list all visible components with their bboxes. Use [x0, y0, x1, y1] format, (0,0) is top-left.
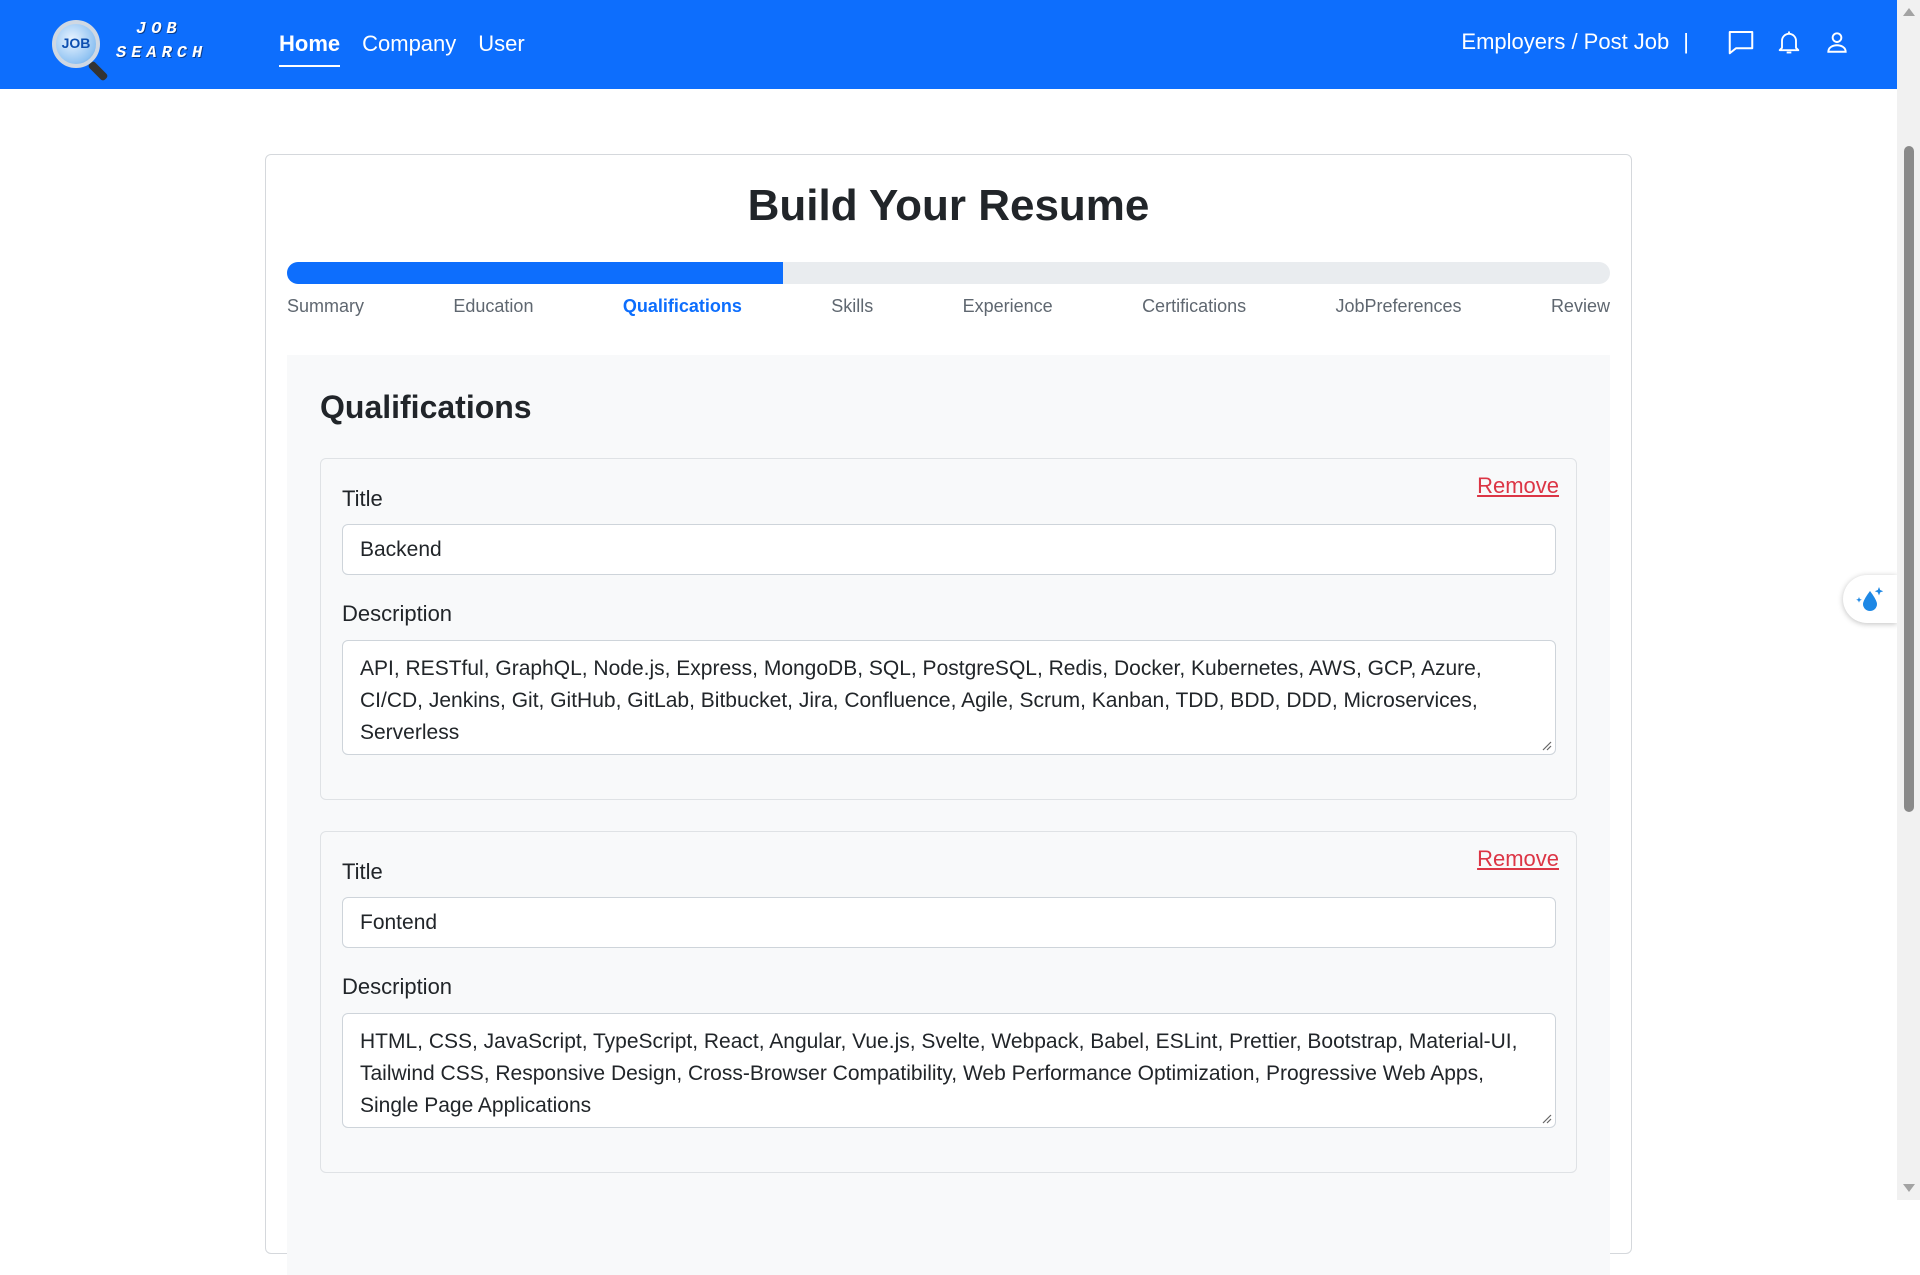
qualification-card: Remove Title Backend Description API, RE…: [320, 458, 1577, 800]
vertical-scrollbar[interactable]: [1897, 0, 1920, 1200]
description-text: HTML, CSS, JavaScript, TypeScript, React…: [360, 1030, 1518, 1117]
scroll-down-arrow-icon[interactable]: [1903, 1184, 1915, 1192]
step-tabs: Summary Education Qualifications Skills …: [287, 296, 1610, 317]
logo-word-search: SEARCH: [116, 44, 208, 63]
description-label: Description: [342, 601, 453, 626]
remove-qualification-button[interactable]: Remove: [1477, 473, 1559, 499]
resume-builder-card: Build Your Resume Summary Education Qual…: [265, 154, 1632, 1275]
employers-post-job-link[interactable]: Employers / Post Job: [1461, 29, 1669, 55]
section-title: Qualifications: [320, 389, 532, 425]
step-job-preferences[interactable]: JobPreferences: [1335, 296, 1461, 317]
step-skills[interactable]: Skills: [831, 296, 873, 317]
magnifier-icon: JOB: [52, 20, 100, 68]
sparkle-drop-icon: [1856, 587, 1884, 611]
scrollbar-thumb[interactable]: [1904, 146, 1914, 812]
page-title: Build Your Resume: [747, 181, 1150, 230]
remove-qualification-button[interactable]: Remove: [1477, 846, 1559, 872]
description-textarea[interactable]: API, RESTful, GraphQL, Node.js, Express,…: [342, 640, 1556, 755]
logo-lens-text: JOB: [61, 35, 91, 51]
qualifications-section: Qualifications Remove Title Backend Desc…: [287, 355, 1610, 1275]
description-textarea[interactable]: HTML, CSS, JavaScript, TypeScript, React…: [342, 1013, 1556, 1128]
progress-bar-fill: [287, 262, 784, 284]
nav-link-home[interactable]: Home: [279, 28, 341, 67]
step-review[interactable]: Review: [1551, 296, 1610, 317]
nav-links: Home Company User: [279, 28, 525, 67]
title-input[interactable]: Fontend: [342, 897, 1556, 948]
title-input[interactable]: Backend: [342, 524, 1556, 575]
bell-icon[interactable]: [1773, 26, 1805, 58]
qualification-card: Remove Title Fontend Description HTML, C…: [320, 831, 1577, 1173]
nav-link-user[interactable]: User: [478, 28, 524, 60]
magnifier-handle: [87, 60, 109, 82]
step-certifications[interactable]: Certifications: [1142, 296, 1246, 317]
description-label: Description: [342, 974, 453, 999]
nav-separator: |: [1683, 29, 1689, 54]
title-label: Title: [342, 859, 383, 884]
step-education[interactable]: Education: [453, 296, 533, 317]
nav-link-company[interactable]: Company: [362, 28, 456, 60]
title-label: Title: [342, 486, 383, 511]
resize-handle-icon[interactable]: [1540, 1112, 1552, 1124]
progress-bar: [287, 262, 1610, 284]
chat-icon[interactable]: [1725, 26, 1757, 58]
floating-assistant-button[interactable]: [1843, 575, 1897, 623]
logo-word-job: JOB: [136, 20, 182, 39]
scroll-up-arrow-icon[interactable]: [1903, 8, 1915, 16]
step-summary[interactable]: Summary: [287, 296, 364, 317]
step-experience[interactable]: Experience: [963, 296, 1053, 317]
nav-right: Employers / Post Job |: [1461, 26, 1853, 58]
job-search-logo[interactable]: JOB JOB SEARCH: [44, 14, 220, 82]
top-navbar: JOB JOB SEARCH Home Company User Employe…: [0, 0, 1897, 89]
step-qualifications[interactable]: Qualifications: [623, 296, 742, 317]
resize-handle-icon[interactable]: [1540, 739, 1552, 751]
user-icon[interactable]: [1821, 26, 1853, 58]
description-text: API, RESTful, GraphQL, Node.js, Express,…: [360, 657, 1482, 744]
